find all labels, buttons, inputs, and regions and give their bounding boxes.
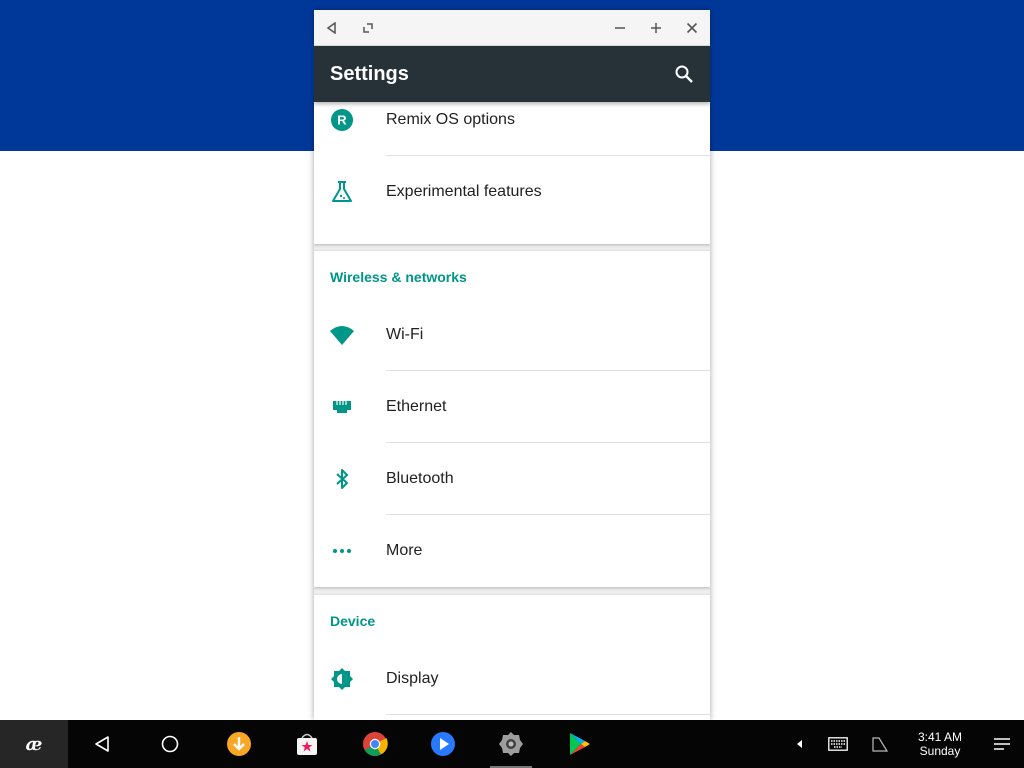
section-header-device: Device bbox=[330, 613, 376, 629]
ethernet-icon bbox=[328, 393, 356, 421]
brightness-icon bbox=[328, 665, 356, 693]
settings-list[interactable]: R Remix OS options Experimental features… bbox=[314, 102, 710, 720]
setting-label: Remix OS options bbox=[386, 111, 515, 128]
keyboard-icon[interactable] bbox=[824, 720, 852, 768]
setting-label: More bbox=[386, 542, 423, 559]
tray-expand-icon[interactable] bbox=[790, 720, 810, 768]
clock[interactable]: 3:41 AM Sunday bbox=[908, 730, 972, 758]
setting-label: Bluetooth bbox=[386, 470, 454, 487]
setting-label: Display bbox=[386, 670, 439, 687]
settings-card-top: R Remix OS options Experimental features bbox=[314, 102, 710, 244]
setting-label: Ethernet bbox=[386, 398, 447, 415]
settings-card-device: Device Display bbox=[314, 595, 710, 720]
wifi-icon bbox=[328, 321, 356, 349]
setting-ethernet[interactable]: Ethernet bbox=[314, 371, 710, 443]
setting-more[interactable]: More bbox=[314, 515, 710, 587]
window-titlebar[interactable] bbox=[314, 10, 710, 46]
settings-gear-app-icon[interactable] bbox=[494, 720, 528, 768]
back-icon[interactable] bbox=[314, 10, 350, 46]
remix-r-icon: R bbox=[328, 106, 356, 134]
minimize-icon[interactable] bbox=[602, 10, 638, 46]
chrome-app-icon[interactable] bbox=[358, 720, 392, 768]
back-triangle-icon[interactable] bbox=[86, 720, 118, 768]
search-icon[interactable] bbox=[666, 56, 702, 92]
setting-label: Experimental features bbox=[386, 183, 542, 200]
signal-icon[interactable] bbox=[866, 720, 894, 768]
store-bag-app-icon[interactable] bbox=[290, 720, 324, 768]
remix-logo-icon[interactable]: æ bbox=[0, 720, 68, 768]
svg-text:R: R bbox=[337, 113, 347, 128]
settings-card-wireless: Wireless & networks Wi-Fi Ethernet Bluet… bbox=[314, 251, 710, 587]
clock-day: Sunday bbox=[919, 744, 961, 758]
close-icon[interactable] bbox=[674, 10, 710, 46]
taskbar: æ 3:41 AM Sunday bbox=[0, 720, 1024, 768]
play-store-app-icon[interactable] bbox=[562, 720, 596, 768]
divider bbox=[386, 714, 710, 715]
setting-remix-os-options[interactable]: R Remix OS options bbox=[314, 102, 710, 156]
home-circle-icon[interactable] bbox=[154, 720, 186, 768]
more-horiz-icon bbox=[328, 537, 356, 565]
video-player-app-icon[interactable] bbox=[426, 720, 460, 768]
setting-display[interactable]: Display bbox=[314, 643, 710, 715]
restore-icon[interactable] bbox=[350, 10, 386, 46]
downloader-app-icon[interactable] bbox=[222, 720, 256, 768]
page-title: Settings bbox=[330, 63, 409, 85]
setting-bluetooth[interactable]: Bluetooth bbox=[314, 443, 710, 515]
setting-wifi[interactable]: Wi-Fi bbox=[314, 299, 710, 371]
svg-text:æ: æ bbox=[26, 734, 43, 754]
clock-time: 3:41 AM bbox=[917, 730, 963, 744]
maximize-icon[interactable] bbox=[638, 10, 674, 46]
setting-experimental-features[interactable]: Experimental features bbox=[314, 156, 710, 228]
bluetooth-icon bbox=[328, 465, 356, 493]
setting-label: Wi-Fi bbox=[386, 326, 424, 343]
settings-appbar: Settings bbox=[314, 46, 710, 102]
settings-window: Settings R Remix OS options Experimental… bbox=[314, 10, 710, 720]
notification-menu-icon[interactable] bbox=[988, 720, 1016, 768]
section-header-wireless: Wireless & networks bbox=[330, 269, 467, 285]
flask-icon bbox=[328, 178, 356, 206]
